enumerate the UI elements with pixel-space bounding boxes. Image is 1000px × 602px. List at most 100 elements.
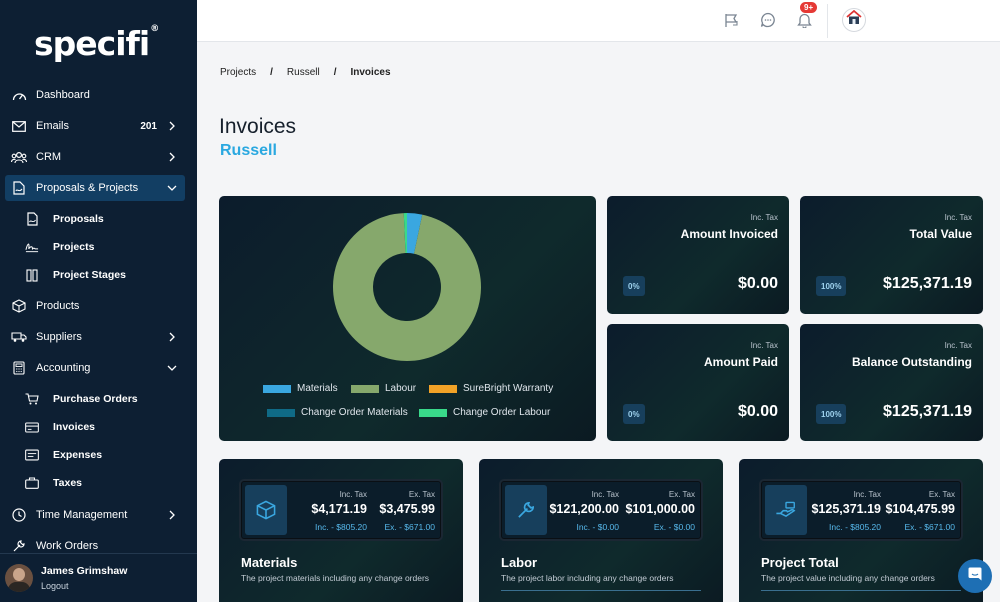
box-icon bbox=[245, 485, 287, 535]
percent-badge: 100% bbox=[816, 404, 847, 424]
inc-tax-value: $125,371.19 bbox=[811, 502, 881, 516]
logout-link[interactable]: Logout bbox=[41, 581, 127, 591]
balance-outstanding-card: Inc. Tax Balance Outstanding 100% $125,3… bbox=[800, 324, 983, 441]
signature-icon bbox=[25, 240, 39, 254]
calculator-icon bbox=[11, 360, 27, 376]
legend-surebright-warranty[interactable]: SureBright Warranty bbox=[429, 383, 553, 394]
chevron-right-icon bbox=[165, 152, 179, 162]
page-title: Invoices bbox=[219, 115, 297, 138]
labor-values-box: Inc. Tax $121,200.00 Inc. - $0.00 Ex. Ta… bbox=[499, 479, 703, 541]
legend-change-order-labour[interactable]: Change Order Labour bbox=[419, 407, 550, 418]
sidebar-subitem-expenses[interactable]: Expenses bbox=[25, 443, 185, 467]
top-bar: 9+ bbox=[197, 0, 1000, 42]
invoice-breakdown-chart-card: Materials Labour SureBright Warranty Cha… bbox=[219, 196, 596, 441]
amount-paid-card: Inc. Tax Amount Paid 0% $0.00 bbox=[607, 324, 789, 441]
summary-title: Materials bbox=[241, 555, 298, 570]
sidebar-item-emails[interactable]: Emails 201 bbox=[5, 113, 185, 139]
ex-tax-value: $104,475.99 bbox=[885, 502, 955, 516]
stat-title: Total Value bbox=[909, 227, 972, 241]
user-profile[interactable]: James Grimshaw Logout bbox=[0, 553, 197, 602]
legend-swatch bbox=[429, 384, 457, 393]
sidebar-subitem-purchase-orders[interactable]: Purchase Orders bbox=[25, 387, 185, 411]
percent-badge: 0% bbox=[623, 276, 645, 296]
users-icon bbox=[11, 149, 27, 165]
company-avatar[interactable] bbox=[842, 8, 866, 32]
cart-icon bbox=[25, 392, 39, 406]
chevron-right-icon bbox=[165, 332, 179, 342]
stat-amount: $125,371.19 bbox=[883, 403, 972, 420]
sidebar-item-time-management[interactable]: Time Management bbox=[5, 502, 185, 528]
message-icon bbox=[967, 566, 983, 587]
chat-icon[interactable] bbox=[759, 11, 777, 29]
specifi-logo[interactable]: specifi® bbox=[34, 24, 159, 63]
briefcase-icon bbox=[25, 476, 39, 490]
chevron-right-icon bbox=[165, 121, 179, 131]
sidebar-item-crm[interactable]: CRM bbox=[5, 144, 185, 170]
legend-change-order-materials[interactable]: Change Order Materials bbox=[267, 407, 408, 418]
clock-icon bbox=[11, 507, 27, 523]
divider bbox=[501, 590, 701, 591]
project-total-values-box: Inc. Tax $125,371.19 Inc. - $805.20 Ex. … bbox=[759, 479, 963, 541]
sidebar-subitem-projects[interactable]: Projects bbox=[25, 235, 185, 259]
support-chat-button[interactable] bbox=[958, 559, 992, 593]
stat-amount: $0.00 bbox=[737, 275, 778, 292]
house-icon bbox=[846, 9, 862, 30]
avatar bbox=[5, 564, 33, 592]
breadcrumb-projects[interactable]: Projects bbox=[220, 67, 256, 78]
dashboard-icon bbox=[11, 87, 27, 103]
divider bbox=[761, 590, 961, 591]
sidebar-subitem-proposals[interactable]: Proposals bbox=[25, 207, 185, 231]
wrench-icon bbox=[505, 485, 547, 535]
wallet-icon bbox=[25, 448, 39, 462]
stat-amount: $125,371.19 bbox=[883, 275, 972, 292]
summary-description: The project materials including any chan… bbox=[241, 573, 430, 583]
legend-swatch bbox=[351, 384, 379, 393]
materials-values-box: Inc. Tax $4,171.19 Inc. - $805.20 Ex. Ta… bbox=[239, 479, 443, 541]
labor-summary-card: Inc. Tax $121,200.00 Inc. - $0.00 Ex. Ta… bbox=[479, 459, 723, 602]
columns-icon bbox=[25, 268, 39, 282]
percent-badge: 100% bbox=[816, 276, 847, 296]
email-count: 201 bbox=[140, 120, 157, 132]
flag-icon[interactable] bbox=[723, 11, 741, 29]
stat-title: Amount Invoiced bbox=[680, 227, 778, 241]
legend-swatch bbox=[419, 408, 447, 417]
donut-chart bbox=[333, 213, 481, 361]
sidebar-subitem-invoices[interactable]: Invoices bbox=[25, 415, 185, 439]
document-icon bbox=[25, 212, 39, 226]
breadcrumb: Projects / Russell / Invoices bbox=[220, 67, 391, 78]
bell-icon[interactable] bbox=[795, 11, 813, 29]
sidebar-item-products[interactable]: Products bbox=[5, 293, 185, 319]
materials-summary-card: Inc. Tax $4,171.19 Inc. - $805.20 Ex. Ta… bbox=[219, 459, 463, 602]
legend-swatch bbox=[267, 408, 295, 417]
breadcrumb-invoices: Invoices bbox=[350, 67, 391, 78]
legend-swatch bbox=[263, 384, 291, 393]
mail-icon bbox=[11, 118, 27, 134]
user-name: James Grimshaw bbox=[41, 565, 128, 577]
page-subtitle: Russell bbox=[220, 142, 277, 159]
stat-title: Balance Outstanding bbox=[851, 355, 972, 369]
sidebar-subitem-taxes[interactable]: Taxes bbox=[25, 471, 185, 495]
notification-badge: 9+ bbox=[800, 2, 818, 13]
sidebar-item-proposals-projects[interactable]: Proposals & Projects bbox=[5, 175, 185, 201]
summary-description: The project labor including any change o… bbox=[501, 573, 674, 583]
legend-labour[interactable]: Labour bbox=[351, 383, 416, 394]
invoice-icon bbox=[25, 420, 39, 434]
percent-badge: 0% bbox=[623, 404, 645, 424]
hand-money-icon bbox=[765, 485, 807, 535]
project-total-summary-card: Inc. Tax $125,371.19 Inc. - $805.20 Ex. … bbox=[739, 459, 983, 602]
sidebar-subitem-project-stages[interactable]: Project Stages bbox=[25, 263, 185, 287]
topbar-divider bbox=[827, 4, 828, 38]
chevron-down-icon bbox=[165, 185, 179, 191]
sidebar-item-dashboard[interactable]: Dashboard bbox=[5, 82, 185, 108]
truck-icon bbox=[11, 329, 27, 345]
sidebar-item-accounting[interactable]: Accounting bbox=[5, 355, 185, 381]
inc-tax-value: $4,171.19 bbox=[311, 502, 367, 516]
chevron-down-icon bbox=[165, 365, 179, 371]
legend-materials[interactable]: Materials bbox=[263, 383, 338, 394]
summary-title: Labor bbox=[501, 555, 538, 570]
box-icon bbox=[11, 298, 27, 314]
summary-title: Project Total bbox=[761, 555, 839, 570]
sidebar-item-suppliers[interactable]: Suppliers bbox=[5, 324, 185, 350]
ex-tax-value: $101,000.00 bbox=[625, 502, 695, 516]
breadcrumb-russell[interactable]: Russell bbox=[287, 67, 320, 78]
